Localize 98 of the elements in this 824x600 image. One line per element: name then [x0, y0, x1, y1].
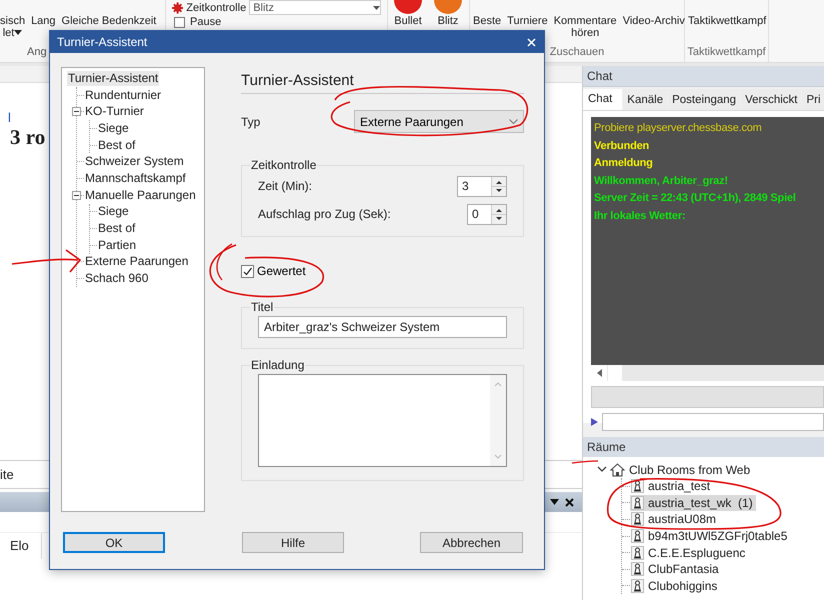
tab[interactable]: Posteingang: [668, 89, 740, 110]
column-header[interactable]: Elo: [0, 533, 42, 559]
chat-input[interactable]: [602, 413, 824, 431]
group-label: Zeitkontrolle: [250, 158, 318, 172]
ribbon-button[interactable]: Kommentare hören: [550, 0, 620, 39]
pawn-icon: [631, 546, 644, 560]
time-control-label: Zeitkontrolle: [186, 2, 246, 14]
annotation-stroke: [572, 460, 598, 464]
pawn-icon: [631, 512, 644, 526]
time-control-dropdown[interactable]: Blitz: [249, 0, 381, 15]
tree-item[interactable]: b94m3tUWl5ZGFrj0table5: [630, 528, 790, 544]
close-icon[interactable]: [565, 498, 574, 506]
pawn-icon: [631, 562, 644, 576]
tree-item[interactable]: Best of: [97, 138, 136, 153]
chevron-down-icon: [509, 119, 518, 124]
ribbon-button[interactable]: Turniere: [504, 0, 551, 27]
type-dropdown[interactable]: Externe Paarungen: [354, 110, 524, 133]
group-label: Ang: [26, 45, 48, 60]
tree-item[interactable]: Siege: [97, 204, 130, 220]
chat-message: Anmeldung: [594, 156, 654, 171]
arrow-left-icon[interactable]: [596, 369, 602, 377]
spin-arrows-icon[interactable]: [491, 176, 506, 196]
link[interactable]: l: [8, 83, 11, 125]
checkbox[interactable]: Gewertet: [241, 264, 524, 278]
ribbon-button[interactable]: Lang: [28, 0, 59, 27]
annotation-arrow: [12, 249, 82, 273]
window-title: Turnier-Assistent: [57, 35, 148, 49]
tree-item[interactable]: austria_test: [630, 478, 714, 494]
tree-item[interactable]: Club Rooms from Web: [628, 462, 754, 478]
field-label: Typ: [241, 114, 260, 128]
dialog-button[interactable]: Abbrechen: [420, 532, 523, 553]
pawn-icon: [631, 496, 644, 510]
collapse-icon[interactable]: [72, 190, 81, 200]
field-label: Zeit (Min):: [258, 179, 312, 193]
tab[interactable]: Chat: [583, 89, 622, 110]
chat-message: Ihr lokales Wetter:: [594, 208, 686, 224]
pawn-icon: [631, 529, 644, 544]
group-label: Titel: [250, 300, 274, 314]
dialog-button[interactable]: Hilfe: [242, 532, 344, 553]
gear-icon: [172, 2, 184, 14]
tree-item[interactable]: Externe Paarungen: [84, 254, 190, 270]
tree-item[interactable]: Schach 960: [84, 271, 150, 286]
tab[interactable]: Pri: [802, 89, 824, 110]
tree-item[interactable]: C.E.E.Espluguenc: [630, 544, 748, 561]
tab[interactable]: Kanäle: [623, 89, 668, 110]
checkbox-label: Pause: [190, 16, 222, 28]
caret-icon: [373, 6, 380, 10]
ribbon-button[interactable]: Video-Archiv: [620, 0, 688, 27]
tab[interactable]: Verschickt: [741, 89, 802, 110]
tree-item[interactable]: Clubohiggins: [630, 578, 720, 594]
heading: 3 ro: [10, 125, 46, 150]
ribbon-button[interactable]: Gleiche Bedenkzeit: [58, 0, 160, 27]
tree-item[interactable]: Manuelle Paarungen: [84, 188, 197, 203]
chevron-icon[interactable]: [597, 466, 607, 473]
chat-message: Probiere playserver.chessbase.com: [594, 121, 763, 136]
tree-item[interactable]: ClubFantasia: [630, 561, 722, 578]
tree-item[interactable]: austriaU08m: [630, 511, 720, 528]
panel-title: Chat: [583, 66, 824, 87]
chat-message: Server Zeit = 22:43 (UTC+1h), 2849 Spiel: [594, 191, 797, 206]
play-icon: [591, 418, 598, 426]
chat-message: Verbunden: [594, 138, 650, 154]
checkmark-icon: [242, 266, 253, 276]
ribbon-button[interactable]: Bullet: [388, 0, 428, 27]
group-label: Einladung: [250, 358, 306, 372]
panel-title: Räume: [583, 437, 824, 457]
tree-item[interactable]: Partien: [97, 238, 138, 253]
field-label: Aufschlag pro Zug (Sek):: [258, 207, 391, 221]
tree-item[interactable]: Best of: [97, 221, 136, 236]
scrollbar-thumb[interactable]: [608, 365, 622, 381]
number-spinner[interactable]: 0: [467, 204, 507, 224]
tree-item[interactable]: Schweizer System: [84, 154, 185, 170]
dialog-button[interactable]: OK: [63, 532, 165, 553]
tree-item[interactable]: Turnier-Assistent: [67, 70, 160, 86]
dropdown-icon[interactable]: [550, 499, 559, 505]
collapse-icon[interactable]: [72, 107, 81, 116]
annotation-stroke: [216, 243, 232, 280]
ribbon-button[interactable]: Beste: [470, 0, 504, 27]
ribbon-button[interactable]: Taktikwettkampf: [685, 0, 770, 27]
tree-item[interactable]: Siege: [97, 120, 130, 136]
chat-message: Willkommen, Arbiter_graz!: [594, 174, 729, 188]
section-heading: Turnier-Assistent: [241, 67, 524, 94]
house-icon: [610, 462, 625, 476]
ribbon-button[interactable]: Blitz: [428, 0, 468, 27]
pawn-icon: [631, 578, 644, 593]
checkbox[interactable]: [174, 16, 185, 28]
scrollbar[interactable]: [591, 365, 824, 381]
pawn-icon: [631, 479, 644, 494]
group-label: Zuschauen: [548, 45, 606, 60]
number-spinner[interactable]: 3: [457, 176, 507, 196]
ribbon-button[interactable]: sisch let: [0, 0, 28, 39]
text-field[interactable]: Arbiter_graz's Schweizer System: [258, 316, 507, 338]
tree-item[interactable]: KO-Turnier: [84, 104, 145, 120]
tree-item[interactable]: austria_test_wk (1): [630, 494, 756, 511]
tree-item[interactable]: Rundenturnier: [84, 88, 162, 103]
group-label: Taktikwettkampf: [686, 45, 767, 60]
spin-arrows-icon[interactable]: [491, 204, 506, 224]
close-button[interactable]: [527, 38, 536, 46]
tree-item[interactable]: Mannschaftskampf: [84, 170, 187, 186]
